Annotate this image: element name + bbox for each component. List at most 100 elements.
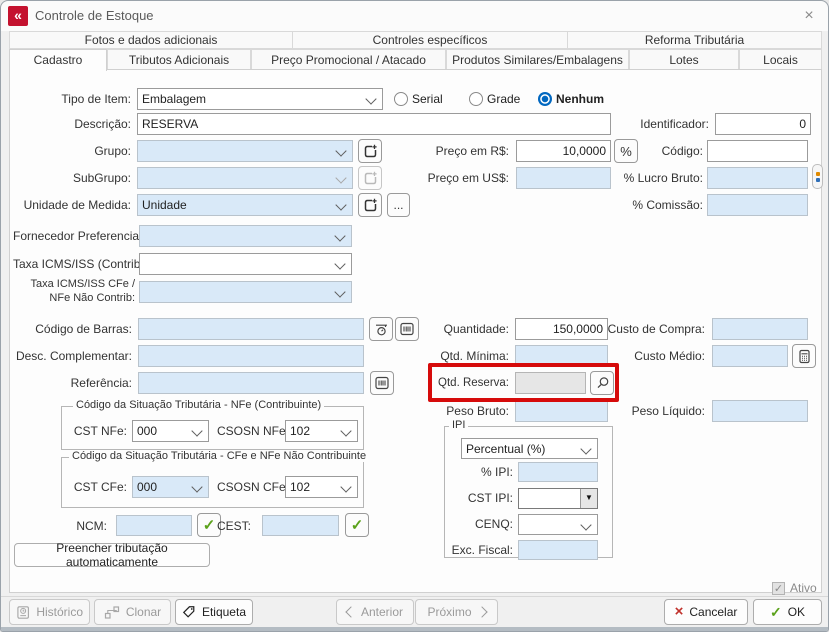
close-icon[interactable]: × [796,5,822,27]
chevron-down-icon [335,199,346,210]
taxa-icms-nao-contrib-combo[interactable] [139,281,352,303]
window-bottom-edge [1,627,829,632]
desc-complementar-input[interactable] [138,345,364,367]
cst-nfe-combo[interactable]: 000 [132,420,209,442]
check-icon: ✓ [351,516,364,534]
tag-icon [182,604,196,620]
button-label: Etiqueta [202,605,246,619]
tab-reforma-tributaria[interactable]: Reforma Tributária [567,31,822,49]
combo-value: Unidade [142,198,187,212]
historico-button[interactable]: Histórico [9,599,90,625]
radio-nenhum-label: Nenhum [556,92,604,107]
comissao-input[interactable] [707,194,808,216]
tab-cadastro[interactable]: Cadastro [9,49,107,71]
radio-grade[interactable] [469,92,483,106]
add-unit-button[interactable] [358,193,382,217]
codigo-barras-label: Código de Barras: [18,318,132,340]
custo-medio-input[interactable] [712,345,788,367]
anterior-button[interactable]: Anterior [336,599,414,625]
tab-fotos-e-dados-adicionais[interactable]: Fotos e dados adicionais [9,31,293,49]
unit-more-button[interactable]: ... [387,193,410,217]
cenq-combo[interactable] [518,514,598,535]
tab-controles-especificos[interactable]: Controles específicos [292,31,568,49]
preco-rs-input[interactable]: 10,0000 [516,140,611,162]
tab-preco-promocional[interactable]: Preço Promocional / Atacado [251,49,446,70]
ok-button[interactable]: ✓ OK [753,599,822,625]
referencia-label: Referência: [21,372,132,394]
preco-us-input[interactable] [516,167,611,189]
radio-serial[interactable] [394,92,408,106]
new-item-icon [363,198,378,213]
quantidade-input[interactable]: 150,0000 [515,318,608,340]
csosn-cfe-combo[interactable]: 102 [285,476,358,498]
chevron-down-icon [334,258,345,269]
tab-label: Lotes [669,53,698,67]
cst-ipi-combo[interactable]: ▼ [518,488,598,509]
side-mini-button[interactable] [812,164,823,189]
descricao-input[interactable]: RESERVA [137,113,611,135]
codigo-label: Código: [631,140,703,162]
button-label: Próximo [427,605,471,619]
peso-liquido-input[interactable] [712,400,808,422]
ipi-mode-combo[interactable]: Percentual (%) [461,438,598,459]
combo-value: Embalagem [142,92,206,106]
fornecedor-combo[interactable] [139,225,352,247]
preencher-tributacao-button[interactable]: Preencher tributação automaticamente [14,543,210,567]
stock-control-dialog: « Controle de Estoque × Fotos e dados ad… [0,0,829,632]
peso-bruto-input[interactable] [515,400,608,422]
add-group-button[interactable] [358,139,382,163]
history-icon [16,605,30,620]
exc-fiscal-input[interactable] [518,540,598,560]
preco-us-label: Preço em US$: [411,167,509,189]
chevron-down-icon [334,286,345,297]
button-label: Preencher tributação automaticamente [21,541,203,569]
codigo-input[interactable] [707,140,808,162]
clone-icon [104,605,120,620]
tab-locais[interactable]: Locais [739,49,822,70]
cst-nfe-label: CST NFe: [69,420,127,442]
radio-grade-label: Grade [487,92,520,107]
cst-cfe-combo[interactable]: 000 [132,476,209,498]
combo-value: 000 [137,480,157,494]
subgrupo-combo[interactable] [137,167,353,189]
lucro-bruto-input[interactable] [707,167,808,189]
identificador-input[interactable]: 0 [715,113,811,135]
ncm-input[interactable] [116,515,192,536]
fornecedor-label: Fornecedor Preferencial: [13,225,134,247]
cest-input[interactable] [262,515,339,536]
tab-produtos-similares[interactable]: Produtos Similares/Embalagens [446,49,629,70]
scale-button[interactable] [369,317,393,341]
tipo-item-combo[interactable]: Embalagem [137,88,383,110]
button-label: OK [788,605,805,619]
custo-compra-input[interactable] [712,318,808,340]
cest-validate-button[interactable]: ✓ [345,513,369,537]
scale-icon [374,322,389,337]
pct-ipi-input[interactable] [518,462,598,482]
chevron-down-icon [191,425,202,436]
new-item-icon [363,171,378,186]
csosn-nfe-combo[interactable]: 102 [285,420,358,442]
clonar-button[interactable]: Clonar [94,599,171,625]
codigo-barras-input[interactable] [138,318,364,340]
unidade-medida-combo[interactable]: Unidade [137,194,353,216]
ativo-checkbox[interactable]: ✓ [772,582,785,595]
barcode-button[interactable] [370,371,394,395]
custo-compra-label: Custo de Compra: [601,318,705,340]
grupo-combo[interactable] [137,140,353,162]
calculator-button[interactable] [792,344,816,368]
dropdown-arrow-icon: ▼ [580,489,597,508]
ncm-label: NCM: [67,515,107,537]
grupo-label: Grupo: [21,140,131,162]
add-subgroup-button[interactable] [358,166,382,190]
tab-lotes[interactable]: Lotes [629,49,739,70]
cancelar-button[interactable]: × Cancelar [664,599,748,625]
referencia-input[interactable] [138,372,364,394]
proximo-button[interactable]: Próximo [415,599,498,625]
radio-nenhum[interactable] [538,92,552,106]
taxa-icms-contrib-combo[interactable] [139,253,352,275]
etiqueta-button[interactable]: Etiqueta [175,599,253,625]
chevron-down-icon [580,443,591,454]
barcode-button[interactable] [395,317,419,341]
tab-tributos-adicionais[interactable]: Tributos Adicionais [107,49,251,70]
combo-value: 102 [290,424,310,438]
